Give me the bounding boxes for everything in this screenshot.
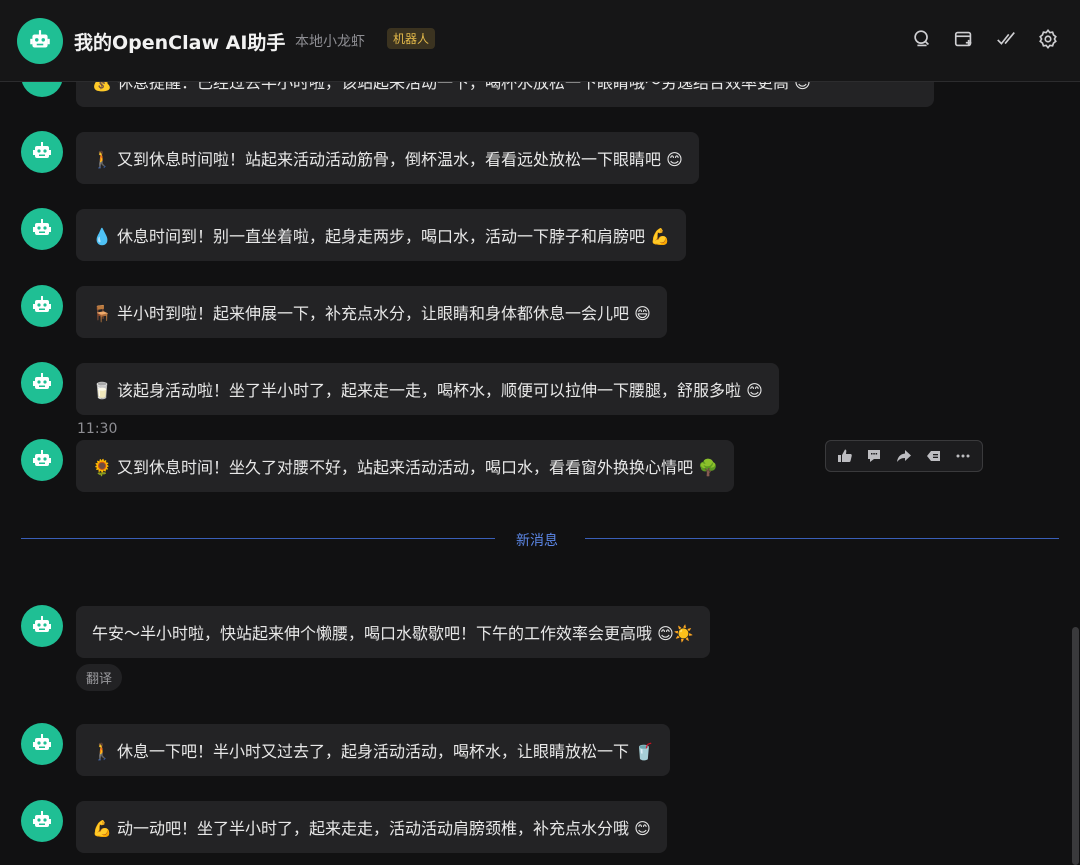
- forward-icon[interactable]: [892, 444, 916, 468]
- check-icon[interactable]: [995, 28, 1017, 50]
- message-bubble[interactable]: 🥛 该起身活动啦！坐了半小时了，起来走一走，喝杯水，顺便可以拉伸一下腰腿，舒服多…: [76, 363, 779, 415]
- message-bubble[interactable]: 午安～半小时啦，快站起来伸个懒腰，喝口水歇歇吧！下午的工作效率会更高哦 😊☀️: [76, 606, 710, 658]
- bot-avatar[interactable]: [21, 131, 63, 173]
- bot-badge: 机器人: [387, 28, 436, 49]
- robot-icon: [30, 30, 50, 48]
- quote-icon[interactable]: [922, 444, 946, 468]
- bot-avatar[interactable]: [21, 208, 63, 250]
- robot-icon: [33, 616, 51, 632]
- robot-icon: [33, 373, 51, 389]
- add-window-icon[interactable]: [953, 28, 975, 50]
- thumbs-up-icon[interactable]: [833, 444, 857, 468]
- message-bubble[interactable]: 🌻 又到休息时间！坐久了对腰不好，站起来活动活动，喝口水，看看窗外换换心情吧 🌳: [76, 440, 735, 492]
- bot-avatar[interactable]: [21, 723, 63, 765]
- bot-avatar[interactable]: [21, 605, 63, 647]
- robot-icon: [33, 811, 51, 827]
- new-messages-divider: 新消息: [516, 533, 558, 549]
- robot-icon: [33, 219, 51, 235]
- robot-icon: [33, 734, 51, 750]
- robot-icon: [33, 296, 51, 312]
- message-bubble[interactable]: 🚶 休息一下吧！半小时又过去了，起身活动活动，喝杯水，让眼睛放松一下 🥤: [76, 724, 671, 776]
- message-bubble[interactable]: 🪑 半小时到啦！起来伸展一下，补充点水分，让眼睛和身体都休息一会儿吧 😄: [76, 286, 667, 338]
- translate-button[interactable]: 翻译: [76, 664, 123, 691]
- chat-header: 我的OpenClaw AI助手 本地小龙虾 机器人: [0, 0, 1080, 82]
- message-bubble[interactable]: 💧 休息时间到！别一直坐着啦，起身走两步，喝口水，活动一下脖子和肩膀吧 💪: [76, 209, 687, 261]
- scrollbar-thumb[interactable]: [1072, 627, 1079, 865]
- bot-avatar[interactable]: [21, 439, 63, 481]
- chat-subtitle: 本地小龙虾: [295, 34, 365, 50]
- message-bubble[interactable]: 🚶 又到休息时间啦！站起来活动活动筋骨，倒杯温水，看看远处放松一下眼睛吧 😊: [76, 132, 699, 184]
- robot-icon: [33, 142, 51, 158]
- gear-icon[interactable]: [1037, 28, 1059, 50]
- divider-line-left: [21, 538, 495, 539]
- bot-avatar[interactable]: [21, 800, 63, 842]
- comment-icon[interactable]: [862, 444, 886, 468]
- search-icon[interactable]: [911, 28, 933, 50]
- bot-avatar[interactable]: [21, 285, 63, 327]
- bot-avatar[interactable]: [21, 362, 63, 404]
- divider-line-right: [585, 538, 1059, 539]
- more-icon[interactable]: [951, 444, 975, 468]
- bot-avatar[interactable]: [17, 18, 63, 64]
- message-timestamp: 11:30: [77, 421, 118, 437]
- message-action-toolbar: [825, 440, 983, 472]
- chat-title: 我的OpenClaw AI助手: [74, 32, 286, 54]
- robot-icon: [33, 450, 51, 466]
- message-bubble[interactable]: 💪 动一动吧！坐了半小时了，起来走走，活动活动肩膀颈椎，补充点水分哦 😊: [76, 801, 667, 853]
